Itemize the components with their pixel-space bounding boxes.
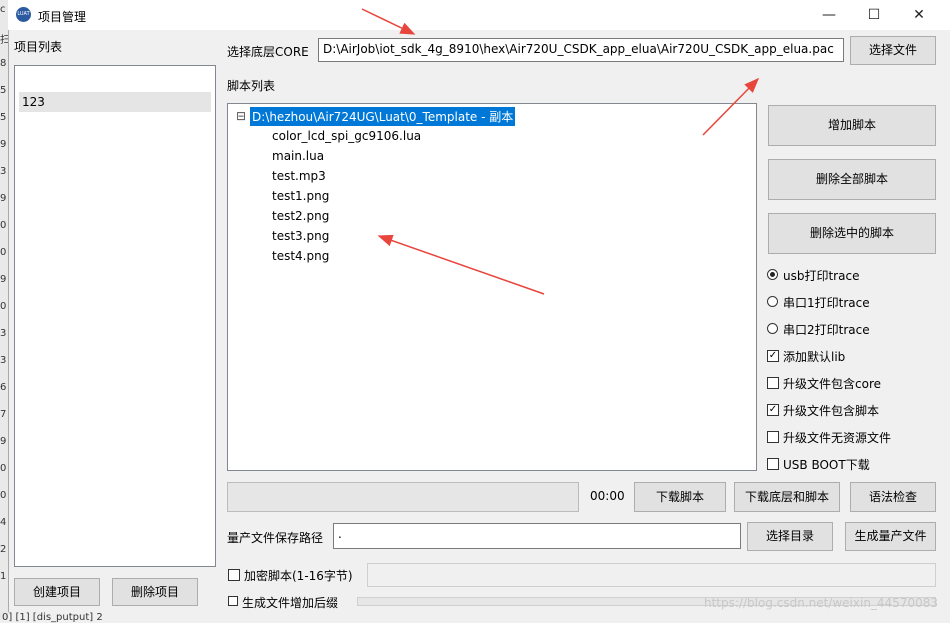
arrow-to-core-path bbox=[702, 77, 760, 136]
watermark-text: https://blog.csdn.net/weixin_44570083 bbox=[703, 596, 938, 610]
arrow-to-script-list bbox=[377, 234, 545, 295]
arrow-to-core-label bbox=[361, 8, 416, 35]
annotation-arrows bbox=[361, 8, 760, 295]
